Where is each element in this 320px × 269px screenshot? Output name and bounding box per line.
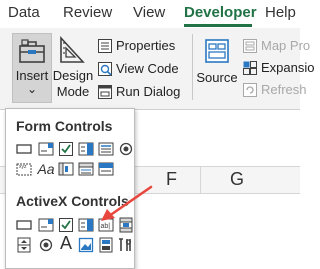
source-icon[interactable] xyxy=(204,38,230,64)
form-group-box-icon[interactable]: xyz xyxy=(14,159,34,179)
expansion-packs-label: Expansio xyxy=(261,60,315,75)
form-label-icon[interactable]: Aa xyxy=(36,159,56,179)
properties-icon xyxy=(98,39,112,53)
form-option-button-icon[interactable] xyxy=(116,139,136,159)
chevron-down-icon: ⌄ xyxy=(26,82,38,96)
svg-text:xyz: xyz xyxy=(19,164,27,170)
activex-command-button-icon[interactable] xyxy=(14,215,34,235)
form-controls-heading: Form Controls xyxy=(16,118,113,134)
form-combo-list-edit-icon[interactable] xyxy=(76,159,96,179)
map-properties-button[interactable]: Map Pro xyxy=(242,37,310,55)
activex-image-icon[interactable] xyxy=(76,235,96,255)
activex-option-button-icon[interactable] xyxy=(36,235,56,255)
column-header-g[interactable]: G xyxy=(230,169,244,190)
tab-data[interactable]: Data xyxy=(8,2,40,24)
more-controls-icon[interactable] xyxy=(116,235,136,255)
annotation-arrow xyxy=(101,185,153,221)
active-tab-indicator xyxy=(184,24,252,27)
group-divider xyxy=(192,34,193,100)
properties-label: Properties xyxy=(116,38,176,53)
svg-text:ab|: ab| xyxy=(101,223,111,230)
refresh-label: Refresh xyxy=(261,82,307,97)
properties-button[interactable]: Properties xyxy=(97,37,175,55)
activex-spin-button-icon[interactable] xyxy=(14,235,34,255)
view-code-label: View Code xyxy=(116,61,179,76)
tab-developer[interactable]: Developer xyxy=(184,2,257,24)
form-combo-drop-down-edit-icon[interactable] xyxy=(96,159,116,179)
form-spin-button-icon[interactable] xyxy=(76,139,96,159)
map-properties-icon xyxy=(243,39,257,53)
form-combo-box-icon[interactable] xyxy=(36,139,56,159)
insert-label: Insert xyxy=(15,68,49,83)
source-label[interactable]: Source xyxy=(196,70,238,85)
form-check-box-icon[interactable] xyxy=(56,139,76,159)
activex-combo-box-icon[interactable] xyxy=(36,215,56,235)
form-scroll-bar-icon[interactable] xyxy=(56,159,76,179)
toolbox-icon xyxy=(19,39,45,63)
expansion-packs-icon xyxy=(243,61,257,75)
tab-help[interactable]: Help xyxy=(265,2,296,24)
run-dialog-icon xyxy=(98,85,112,99)
tab-review[interactable]: Review xyxy=(63,2,112,24)
map-properties-label: Map Pro xyxy=(261,38,311,53)
activex-toggle-button-icon[interactable] xyxy=(96,235,116,255)
refresh-data-button[interactable]: Refresh xyxy=(242,81,307,99)
run-dialog-button[interactable]: Run Dialog xyxy=(97,83,180,101)
design-mode-label-1[interactable]: Design xyxy=(52,68,94,83)
view-code-button[interactable]: View Code xyxy=(97,60,179,78)
refresh-icon xyxy=(243,83,257,97)
expansion-packs-button[interactable]: Expansio xyxy=(242,59,314,77)
column-divider xyxy=(200,166,201,194)
tab-view[interactable]: View xyxy=(133,2,165,24)
design-mode-label-2[interactable]: Mode xyxy=(52,84,94,99)
form-list-box-icon[interactable] xyxy=(96,139,116,159)
form-button-control-icon[interactable] xyxy=(14,139,34,159)
view-code-icon xyxy=(98,62,112,76)
activex-label-icon[interactable]: A xyxy=(56,233,76,253)
run-dialog-label: Run Dialog xyxy=(116,84,181,99)
design-mode-icon[interactable] xyxy=(58,35,86,65)
column-header-f[interactable]: F xyxy=(166,169,177,190)
activex-list-box-icon[interactable] xyxy=(76,215,96,235)
